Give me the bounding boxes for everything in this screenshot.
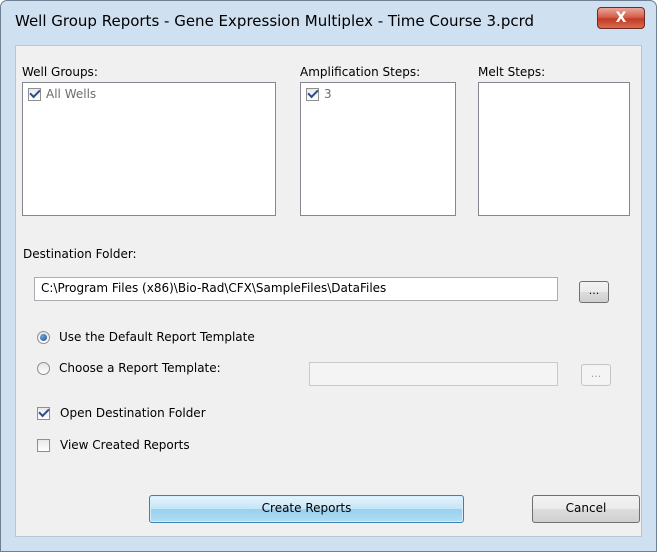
radio-selected-dot xyxy=(40,333,47,341)
view-created-reports-label: View Created Reports xyxy=(60,438,190,452)
amplification-steps-label: Amplification Steps: xyxy=(300,65,421,79)
melt-steps-list[interactable] xyxy=(478,82,630,216)
view-created-reports-option[interactable]: View Created Reports xyxy=(37,438,190,452)
well-groups-list[interactable]: All Wells xyxy=(22,82,276,216)
destination-folder-input[interactable]: C:\Program Files (x86)\Bio-Rad\CFX\Sampl… xyxy=(34,277,558,301)
list-item[interactable]: 3 xyxy=(306,86,332,101)
dialog-window: Well Group Reports - Gene Expression Mul… xyxy=(0,0,657,552)
check-icon xyxy=(37,405,50,418)
well-groups-label: Well Groups: xyxy=(22,65,98,79)
choose-template-label: Choose a Report Template: xyxy=(59,361,221,375)
window-title: Well Group Reports - Gene Expression Mul… xyxy=(15,12,535,30)
dialog-client-area: Well Groups: All Wells Amplification Ste… xyxy=(15,45,642,537)
template-browse-button[interactable]: ... xyxy=(581,364,611,386)
list-item-label: 3 xyxy=(324,87,332,101)
open-destination-folder-label: Open Destination Folder xyxy=(60,406,206,420)
close-button[interactable]: X xyxy=(597,7,645,29)
view-created-reports-checkbox[interactable] xyxy=(37,438,50,452)
open-destination-folder-checkbox[interactable] xyxy=(37,405,50,420)
default-template-label: Use the Default Report Template xyxy=(59,330,255,344)
open-destination-folder-option[interactable]: Open Destination Folder xyxy=(37,405,206,420)
default-template-option[interactable]: Use the Default Report Template xyxy=(37,330,255,344)
default-template-radio[interactable] xyxy=(37,330,50,344)
choose-template-option[interactable]: Choose a Report Template: xyxy=(37,361,221,375)
destination-folder-label: Destination Folder: xyxy=(23,247,137,261)
choose-template-radio[interactable] xyxy=(37,361,50,375)
well-group-checkbox[interactable] xyxy=(28,86,41,101)
melt-steps-label: Melt Steps: xyxy=(478,65,546,79)
title-bar[interactable]: Well Group Reports - Gene Expression Mul… xyxy=(1,1,656,41)
create-reports-button[interactable]: Create Reports xyxy=(149,495,464,523)
check-icon xyxy=(28,86,41,99)
list-item-label: All Wells xyxy=(46,87,97,101)
amplification-steps-list[interactable]: 3 xyxy=(300,82,456,216)
check-icon xyxy=(306,86,319,99)
close-icon: X xyxy=(615,10,627,26)
list-item[interactable]: All Wells xyxy=(28,86,97,101)
cancel-button[interactable]: Cancel xyxy=(532,495,640,523)
amplification-step-checkbox[interactable] xyxy=(306,86,319,101)
destination-browse-button[interactable]: ... xyxy=(579,281,609,303)
template-path-input[interactable] xyxy=(309,362,558,386)
